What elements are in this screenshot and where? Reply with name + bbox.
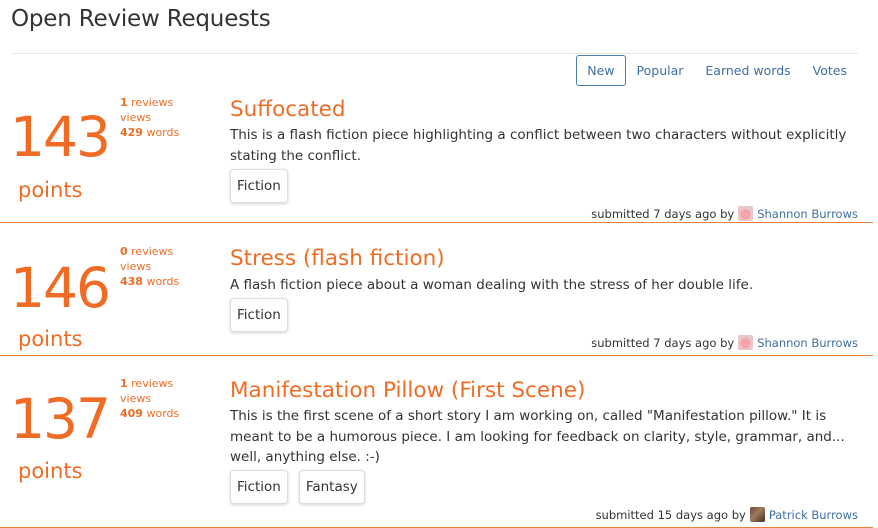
author-link[interactable]: Shannon Burrows <box>757 207 858 221</box>
words-stat: 429 words <box>120 126 180 139</box>
pig-avatar-icon <box>738 335 754 350</box>
reviews-stat: 1 reviews <box>120 377 174 390</box>
header-divider <box>11 53 858 54</box>
submitted-label: submitted <box>595 507 654 522</box>
tag-list: Fiction Fantasy <box>230 470 365 504</box>
request-title-link[interactable]: Suffocated <box>230 99 346 121</box>
request-title-link[interactable]: Manifestation Pillow (First Scene) <box>230 380 585 402</box>
tag-fiction[interactable]: Fiction <box>230 298 288 332</box>
points-label: points <box>18 327 83 351</box>
author-link[interactable]: Patrick Burrows <box>769 508 858 522</box>
submission-info: submitted 7 days ago by Shannon Burrows <box>591 335 858 350</box>
request-description: This is a flash fiction piece highlighti… <box>230 127 847 164</box>
review-request-card: 146 points 0 reviews views 438 words Str… <box>0 223 873 356</box>
tag-list: Fiction <box>230 169 288 203</box>
by-label: by <box>720 206 735 221</box>
tag-list: Fiction <box>230 298 288 332</box>
views-stat: views <box>120 111 152 124</box>
reviews-stat: 0 reviews <box>120 245 174 258</box>
points-value: 146 <box>10 256 111 320</box>
submitted-label: submitted <box>591 335 650 350</box>
request-description: A flash fiction piece about a woman deal… <box>230 277 754 293</box>
request-stats: 1 reviews views 429 words <box>120 95 179 140</box>
sort-tab-earned-words[interactable]: Earned words <box>694 55 801 86</box>
photo-avatar-icon <box>749 507 765 522</box>
sort-tabs: New Popular Earned words Votes <box>576 55 858 86</box>
submitted-label: submitted <box>591 206 650 221</box>
views-stat: views <box>120 260 152 273</box>
page-title: Open Review Requests <box>11 6 271 32</box>
pig-avatar-icon <box>738 206 754 221</box>
points-value: 143 <box>10 105 111 169</box>
by-label: by <box>720 335 735 350</box>
points-label: points <box>18 459 83 483</box>
request-title-link[interactable]: Stress (flash fiction) <box>230 248 445 270</box>
views-stat: views <box>120 392 152 405</box>
sort-tab-popular[interactable]: Popular <box>626 55 695 86</box>
sort-tab-new[interactable]: New <box>576 55 626 86</box>
points-value: 137 <box>10 387 111 451</box>
review-request-card: 143 points 1 reviews views 429 words Suf… <box>0 92 873 223</box>
words-stat: 438 words <box>120 275 180 288</box>
submitted-age: 7 days ago <box>653 335 717 350</box>
submitted-age: 15 days ago <box>657 507 729 522</box>
reviews-stat: 1 reviews <box>120 96 174 109</box>
submission-info: submitted 7 days ago by Shannon Burrows <box>591 206 858 221</box>
author-link[interactable]: Shannon Burrows <box>757 336 858 350</box>
tag-fiction[interactable]: Fiction <box>230 470 288 504</box>
request-stats: 1 reviews views 409 words <box>120 376 179 421</box>
submitted-age: 7 days ago <box>653 206 717 221</box>
points-label: points <box>18 178 83 202</box>
words-stat: 409 words <box>120 407 180 420</box>
tag-fiction[interactable]: Fiction <box>230 169 288 203</box>
tag-fantasy[interactable]: Fantasy <box>298 470 365 504</box>
review-request-card: 137 points 1 reviews views 409 words Man… <box>0 356 873 528</box>
by-label: by <box>731 507 746 522</box>
sort-tab-votes[interactable]: Votes <box>802 55 858 86</box>
request-stats: 0 reviews views 438 words <box>120 244 179 289</box>
submission-info: submitted 15 days ago by Patrick Burrows <box>596 507 858 522</box>
request-description: This is the first scene of a short story… <box>230 408 845 465</box>
